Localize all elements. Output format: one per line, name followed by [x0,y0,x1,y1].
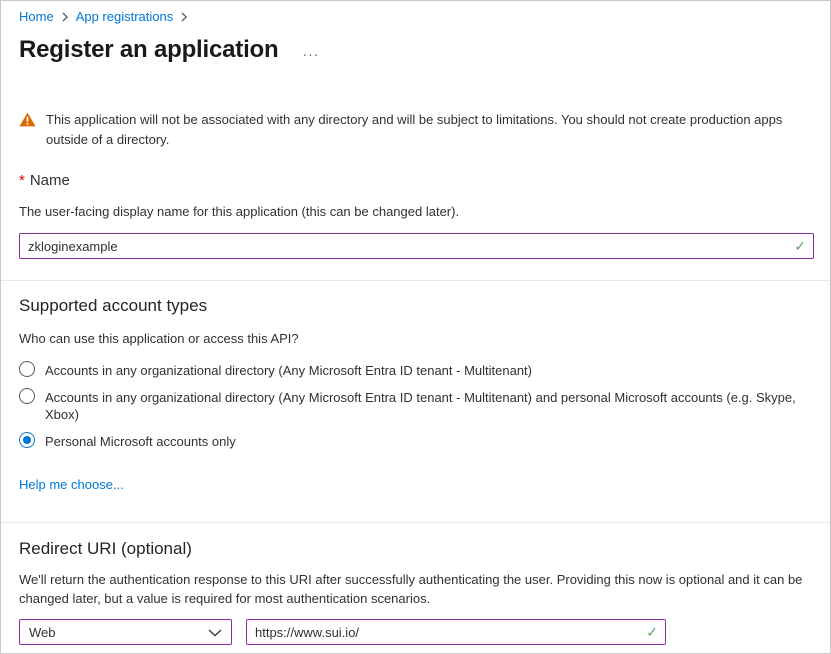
section-divider [1,522,830,523]
breadcrumb: Home App registrations [19,9,814,25]
radio-option-multitenant[interactable]: Accounts in any organizational directory… [19,361,814,379]
redirect-uri-input-wrap: ✓ [246,619,666,645]
warning-triangle-icon [19,112,36,132]
page-title: Register an application [19,35,278,65]
platform-select-value: Web [29,625,56,640]
platform-select[interactable]: Web [19,619,232,645]
help-me-choose-link[interactable]: Help me choose... [19,476,124,494]
name-input-wrap: ✓ [19,233,814,259]
chevron-right-icon [180,12,188,22]
radio-option-multitenant-personal[interactable]: Accounts in any organizational directory… [19,388,814,423]
radio-circle-icon[interactable] [19,388,35,404]
radio-option-label: Accounts in any organizational directory… [45,361,532,379]
chevron-down-icon [208,625,222,640]
radio-option-label: Accounts in any organizational directory… [45,388,807,423]
breadcrumb-home-link[interactable]: Home [19,9,54,25]
name-field-description: The user-facing display name for this ap… [19,203,814,221]
account-type-radio-group: Accounts in any organizational directory… [19,361,814,450]
redirect-uri-description: We'll return the authentication response… [19,570,814,608]
register-application-page: Home App registrations Register an appli… [0,0,831,654]
redirect-uri-heading: Redirect URI (optional) [19,538,814,560]
chevron-right-icon [61,12,69,22]
warning-banner: This application will not be associated … [19,110,814,150]
breadcrumb-app-registrations-link[interactable]: App registrations [76,9,174,25]
name-field-label: *Name [19,172,814,190]
more-options-icon[interactable]: ··· [302,43,319,65]
warning-text: This application will not be associated … [46,110,814,150]
supported-account-types-heading: Supported account types [19,295,814,317]
required-asterisk: * [19,172,25,189]
radio-circle-icon[interactable] [19,432,35,448]
account-types-question: Who can use this application or access t… [19,330,814,348]
title-row: Register an application ··· [19,35,814,65]
redirect-uri-row: Web ✓ [19,619,814,645]
radio-circle-icon[interactable] [19,361,35,377]
name-input[interactable] [19,233,814,259]
radio-option-personal-only[interactable]: Personal Microsoft accounts only [19,432,814,450]
redirect-uri-input[interactable] [246,619,666,645]
radio-option-label: Personal Microsoft accounts only [45,432,236,450]
section-divider [1,280,830,281]
